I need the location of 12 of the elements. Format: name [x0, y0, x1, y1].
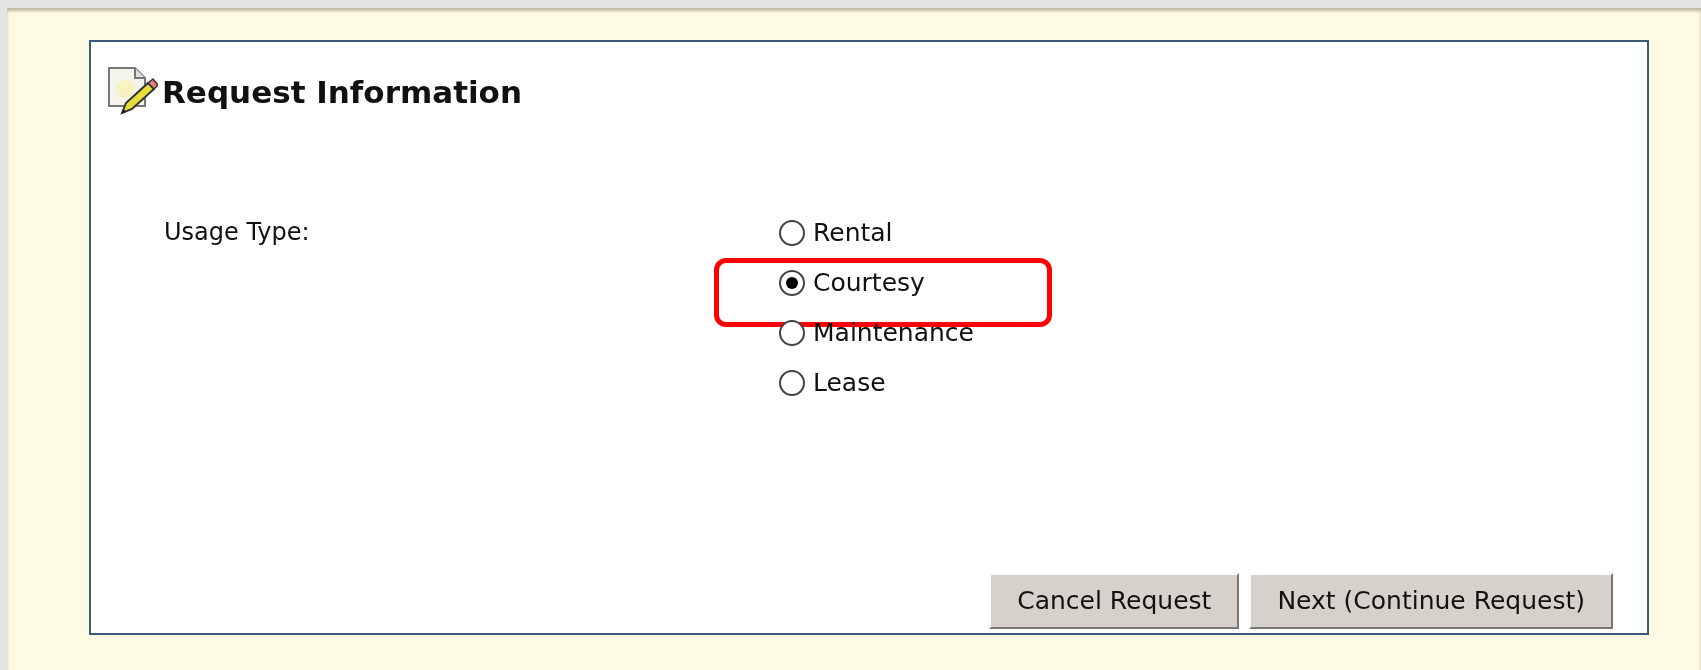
radio-button[interactable]: [778, 319, 806, 347]
panel-title: Request Information: [162, 77, 522, 108]
next-button[interactable]: Next (Continue Request): [1249, 572, 1613, 629]
usage-type-label: Usage Type:: [164, 217, 311, 248]
radio-button[interactable]: [778, 369, 806, 397]
option-label: Maintenance: [813, 317, 974, 350]
cancel-button[interactable]: Cancel Request: [989, 572, 1240, 629]
option-label: Rental: [813, 217, 893, 250]
option-label: Courtesy: [813, 267, 925, 300]
radio-button[interactable]: [778, 269, 806, 297]
radio-button[interactable]: [778, 219, 806, 247]
option-label: Lease: [813, 367, 886, 400]
